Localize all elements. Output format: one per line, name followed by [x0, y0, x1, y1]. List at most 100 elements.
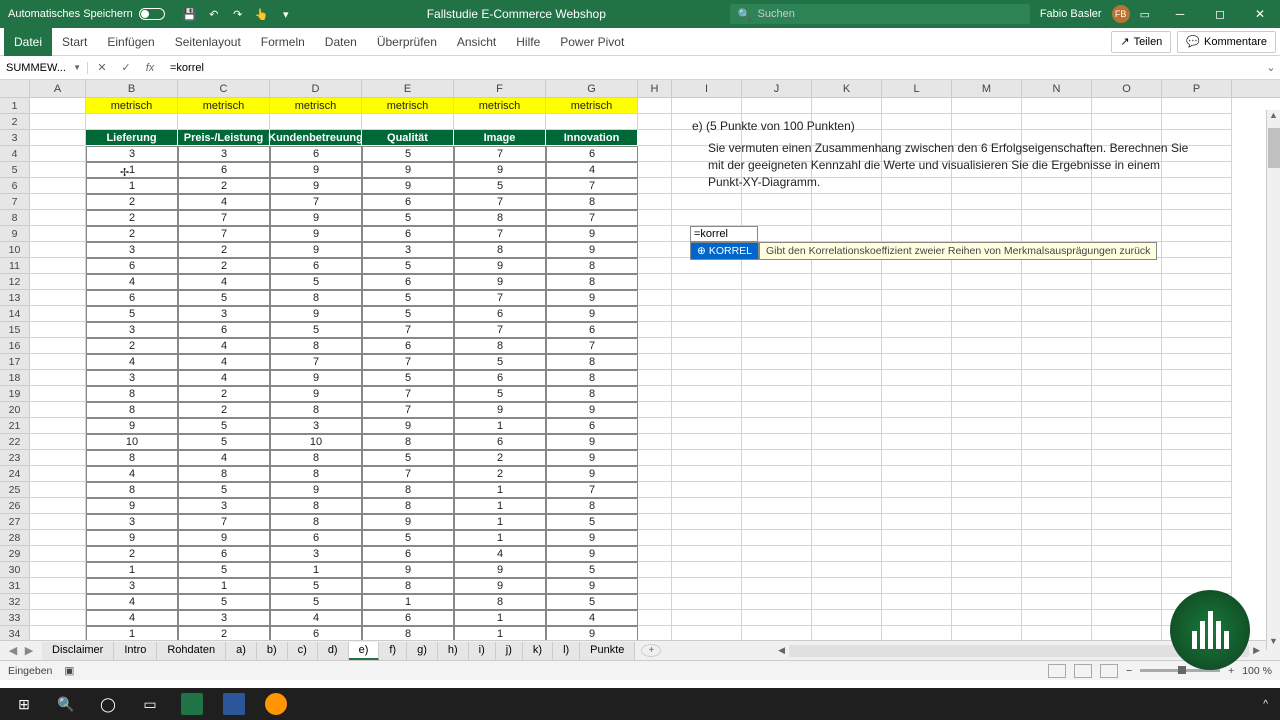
cell[interactable] — [30, 434, 86, 450]
cell[interactable] — [882, 98, 952, 114]
cell[interactable]: 1 — [454, 498, 546, 514]
cell[interactable]: 6 — [270, 258, 362, 274]
cell[interactable]: 7 — [546, 482, 638, 498]
cell[interactable] — [952, 514, 1022, 530]
cell[interactable]: 4 — [86, 594, 178, 610]
cell[interactable] — [30, 130, 86, 146]
cell[interactable]: 8 — [86, 450, 178, 466]
cell[interactable]: 2 — [178, 258, 270, 274]
cell[interactable]: metrisch — [362, 98, 454, 114]
cell[interactable]: 8 — [86, 386, 178, 402]
cell[interactable] — [638, 290, 672, 306]
cell[interactable] — [1162, 498, 1232, 514]
cell[interactable] — [454, 114, 546, 130]
cell[interactable] — [1092, 514, 1162, 530]
cancel-formula-icon[interactable]: ✕ — [94, 61, 110, 74]
cell[interactable] — [952, 402, 1022, 418]
cell[interactable] — [30, 194, 86, 210]
cell[interactable]: 7 — [454, 322, 546, 338]
cell[interactable] — [812, 578, 882, 594]
cell[interactable] — [638, 274, 672, 290]
cell[interactable] — [742, 514, 812, 530]
active-cell-editor[interactable]: =korrel — [690, 226, 758, 242]
cell[interactable] — [638, 370, 672, 386]
cell[interactable] — [1022, 450, 1092, 466]
cell[interactable]: 1 — [86, 562, 178, 578]
cell[interactable] — [1162, 370, 1232, 386]
cell[interactable] — [742, 354, 812, 370]
cell[interactable] — [812, 626, 882, 640]
cell[interactable]: 7 — [454, 226, 546, 242]
row-header[interactable]: 2 — [0, 114, 30, 130]
cell[interactable]: 1 — [454, 610, 546, 626]
sheet-tab[interactable]: Disclaimer — [42, 642, 114, 660]
cell[interactable] — [1092, 338, 1162, 354]
cell[interactable] — [742, 434, 812, 450]
cell[interactable] — [672, 338, 742, 354]
cell[interactable]: 2 — [86, 194, 178, 210]
cell[interactable] — [812, 290, 882, 306]
cell[interactable] — [882, 226, 952, 242]
taskbar-taskview-icon[interactable]: ▭ — [130, 688, 170, 720]
cell[interactable]: 9 — [546, 530, 638, 546]
cell[interactable] — [882, 338, 952, 354]
cell[interactable]: 8 — [454, 338, 546, 354]
cell[interactable] — [882, 418, 952, 434]
cell[interactable] — [812, 418, 882, 434]
cell[interactable]: 7 — [178, 514, 270, 530]
cell[interactable]: 1 — [270, 562, 362, 578]
cell[interactable] — [1162, 210, 1232, 226]
row-header[interactable]: 17 — [0, 354, 30, 370]
sheet-tab[interactable]: Intro — [114, 642, 157, 660]
cell[interactable]: 2 — [86, 226, 178, 242]
cell[interactable] — [1092, 546, 1162, 562]
cell[interactable]: 5 — [454, 386, 546, 402]
cell[interactable] — [1162, 482, 1232, 498]
user-avatar[interactable]: FB — [1112, 5, 1130, 23]
row-header[interactable]: 28 — [0, 530, 30, 546]
cell[interactable]: 5 — [270, 274, 362, 290]
sheet-tab[interactable]: e) — [349, 642, 380, 660]
row-header[interactable]: 13 — [0, 290, 30, 306]
zoom-level[interactable]: 100 % — [1242, 665, 1272, 677]
cell[interactable]: 6 — [178, 322, 270, 338]
cell[interactable] — [812, 226, 882, 242]
cell[interactable] — [882, 562, 952, 578]
cell[interactable] — [882, 322, 952, 338]
cell[interactable] — [638, 466, 672, 482]
cell[interactable]: 8 — [454, 594, 546, 610]
cell[interactable] — [952, 290, 1022, 306]
start-button[interactable]: ⊞ — [4, 688, 44, 720]
cell[interactable] — [30, 482, 86, 498]
cell[interactable]: 8 — [362, 434, 454, 450]
chevron-down-icon[interactable]: ▼ — [73, 63, 81, 72]
cell[interactable]: 9 — [86, 530, 178, 546]
cell[interactable]: 3 — [270, 546, 362, 562]
cell[interactable] — [1092, 210, 1162, 226]
cell[interactable] — [812, 466, 882, 482]
cell[interactable]: 2 — [178, 386, 270, 402]
hscroll-left-icon[interactable]: ◀ — [778, 645, 785, 657]
accept-formula-icon[interactable]: ✓ — [118, 61, 134, 74]
cell[interactable] — [362, 114, 454, 130]
cell[interactable] — [638, 242, 672, 258]
row-header[interactable]: 34 — [0, 626, 30, 640]
column-header[interactable]: N — [1022, 80, 1092, 97]
cell[interactable] — [672, 274, 742, 290]
cell[interactable]: 8 — [86, 402, 178, 418]
cell[interactable]: 3 — [86, 146, 178, 162]
column-header[interactable]: C — [178, 80, 270, 97]
cell[interactable] — [1022, 466, 1092, 482]
cell[interactable]: 5 — [270, 322, 362, 338]
cell[interactable]: 7 — [546, 210, 638, 226]
cell[interactable]: 8 — [362, 626, 454, 640]
row-header[interactable]: 4 — [0, 146, 30, 162]
close-button[interactable]: ✕ — [1240, 0, 1280, 28]
cell[interactable] — [86, 114, 178, 130]
cell[interactable] — [1162, 98, 1232, 114]
cell[interactable]: 7 — [546, 178, 638, 194]
cell[interactable] — [30, 242, 86, 258]
cell[interactable] — [546, 114, 638, 130]
cell[interactable]: 4 — [178, 194, 270, 210]
cell[interactable]: 1 — [454, 530, 546, 546]
